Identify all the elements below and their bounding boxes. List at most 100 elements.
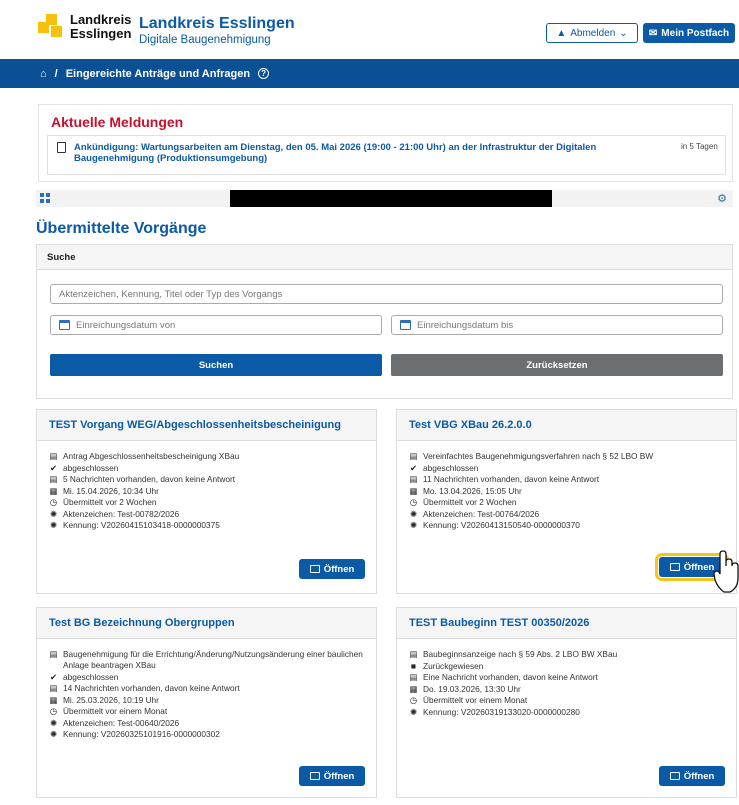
card-title[interactable]: Test VBG XBau 26.2.0.0 (397, 410, 736, 441)
case-date: Mi. 15.04.2026, 10:34 Uhr (63, 485, 159, 496)
section-title: Übermittelte Vorgänge (36, 220, 207, 237)
date-to-placeholder: Einreichungsdatum bis (417, 319, 514, 331)
home-icon[interactable]: ⌂ (40, 68, 47, 80)
message-icon: ▤ (409, 474, 418, 484)
clock-icon: ◷ (49, 706, 58, 716)
logo-line1: Landkreis (70, 12, 132, 27)
logout-label: Abmelden (570, 27, 616, 39)
brand-title[interactable]: Landkreis Esslingen (139, 15, 295, 33)
mailbox-label: Mein Postfach (661, 27, 730, 39)
news-link[interactable]: Ankündigung: Wartungsarbeiten am Diensta… (74, 142, 674, 164)
mail-icon: ✉ (648, 27, 658, 39)
checkmark-icon: ✔ (49, 462, 58, 473)
case-id: Kennung: V20260413150540-0000000370 (423, 520, 580, 530)
form-icon: ▤ (49, 451, 58, 461)
calendar-icon: ▦ (49, 485, 58, 496)
case-status: abgeschlossen (63, 671, 119, 682)
user-icon: ▲ (556, 27, 567, 39)
fingerprint-icon: ✺ (49, 520, 58, 530)
case-type: Antrag Abgeschlossenheitsbescheinigung X… (63, 451, 240, 461)
brand-subtitle: Digitale Baugenehmigung (139, 34, 271, 46)
calendar-icon (400, 320, 411, 330)
case-sent: Übermittelt vor einem Monat (423, 695, 528, 705)
open-button[interactable]: Öffnen (659, 766, 725, 786)
landkreis-logo-icon[interactable] (38, 14, 62, 38)
case-sent: Übermittelt vor einem Monat (63, 706, 168, 716)
clock-icon: ◷ (49, 497, 58, 507)
case-sent: Übermittelt vor 2 Wochen (63, 497, 157, 507)
case-type: Baugenehmigung für die Errichtung/Änderu… (63, 649, 363, 670)
checkmark-icon: ✔ (409, 462, 418, 473)
fingerprint-icon: ✺ (409, 520, 418, 530)
folder-icon (309, 772, 320, 780)
fingerprint-icon: ✺ (49, 508, 58, 519)
case-card: Test BG Bezeichnung Obergruppen ▤ Baugene… (36, 607, 377, 798)
breadcrumb: ⌂ / Eingereichte Anträge und Anfragen ? (0, 59, 739, 88)
message-icon: ▤ (49, 474, 58, 484)
case-card: TEST Baubeginn TEST 00350/2026 ▤ Baubegin… (396, 607, 737, 798)
calendar-icon (59, 320, 70, 330)
calendar-icon: ▦ (409, 485, 418, 496)
case-date: Mi. 25.03.2026, 10:19 Uhr (63, 694, 159, 705)
case-id: Kennung: V20260415103418-0000000375 (63, 520, 220, 530)
search-panel: Suche Aktenzeichen, Kennung, Titel oder … (36, 244, 733, 399)
logo-text[interactable]: Landkreis Esslingen (70, 13, 131, 41)
form-icon: ▤ (49, 649, 58, 659)
case-date: Mo. 13.04.2026, 15:05 Uhr (423, 485, 522, 496)
search-button[interactable]: Suchen (50, 354, 382, 376)
card-title[interactable]: TEST Vorgang WEG/Abgeschlossenheitsbesch… (37, 410, 376, 441)
help-icon[interactable]: ? (258, 68, 270, 79)
grid-view-icon[interactable] (40, 193, 50, 203)
case-type: Baubeginnsanzeige nach § 59 Abs. 2 LBO B… (423, 649, 618, 659)
gear-icon[interactable]: ⚙ (717, 192, 727, 205)
open-label: Öffnen (323, 563, 355, 575)
case-status: Zurückgewiesen (423, 660, 484, 671)
clock-icon: ◷ (409, 695, 418, 705)
case-id: Kennung: V20260319133020-0000000280 (423, 706, 580, 717)
message-icon: ▤ (49, 683, 58, 693)
case-type: Vereinfachtes Baugenehmigungsverfahren n… (423, 451, 654, 461)
fingerprint-icon: ✺ (49, 717, 58, 728)
form-icon: ▤ (409, 649, 418, 659)
breadcrumb-current: Eingereichte Anträge und Anfragen (65, 67, 251, 80)
case-messages: 11 Nachrichten vorhanden, davon keine An… (423, 474, 600, 484)
case-file-no: Aktenzeichen: Test-00640/2026 (63, 717, 180, 728)
search-input[interactable]: Aktenzeichen, Kennung, Titel oder Typ de… (50, 284, 723, 304)
search-header: Suche (37, 245, 732, 270)
case-status: abgeschlossen (63, 462, 119, 473)
message-icon: ▤ (409, 672, 418, 682)
calendar-icon: ▦ (409, 683, 418, 694)
news-item[interactable]: Ankündigung: Wartungsarbeiten am Diensta… (47, 135, 726, 175)
clock-icon: ◷ (409, 497, 418, 507)
site-header: Landkreis Esslingen Landkreis Esslingen … (0, 0, 739, 57)
case-file-no: Aktenzeichen: Test-00764/2026 (423, 508, 540, 519)
calendar-icon: ▦ (49, 694, 58, 705)
breadcrumb-separator: / (54, 67, 58, 80)
mailbox-button[interactable]: ✉ Mein Postfach (643, 23, 735, 43)
news-time: in 5 Tagen (681, 142, 718, 151)
view-toolbar: ⚙ (36, 190, 733, 207)
date-to-field[interactable]: Einreichungsdatum bis (391, 315, 723, 335)
logout-button[interactable]: ▲ Abmelden ⌄ (546, 23, 638, 43)
reset-button[interactable]: Zurücksetzen (391, 354, 723, 376)
card-title[interactable]: TEST Baubeginn TEST 00350/2026 (397, 608, 736, 639)
open-button[interactable]: Öffnen (299, 766, 365, 786)
case-id: Kennung: V20260325101916-0000000302 (63, 729, 220, 739)
hand-cursor-icon (713, 550, 739, 593)
case-card: Test VBG XBau 26.2.0.0 ▤ Vereinfachtes Ba… (396, 409, 737, 594)
document-icon (57, 142, 66, 153)
date-from-field[interactable]: Einreichungsdatum von (50, 315, 382, 335)
comment-icon: ■ (410, 660, 417, 671)
case-date: Do. 19.03.2026, 13:30 Uhr (423, 683, 521, 694)
folder-icon (309, 565, 320, 573)
card-title[interactable]: Test BG Bezeichnung Obergruppen (37, 608, 376, 639)
open-button[interactable]: Öffnen (299, 559, 365, 579)
open-label: Öffnen (323, 770, 355, 782)
fingerprint-icon: ✺ (409, 706, 418, 717)
case-file-no: Aktenzeichen: Test-00782/2026 (63, 508, 180, 519)
redacted-bar (230, 190, 552, 207)
checkmark-icon: ✔ (49, 671, 58, 682)
search-input-placeholder: Aktenzeichen, Kennung, Titel oder Typ de… (59, 288, 283, 300)
folder-icon (669, 563, 680, 571)
fingerprint-icon: ✺ (49, 729, 58, 739)
